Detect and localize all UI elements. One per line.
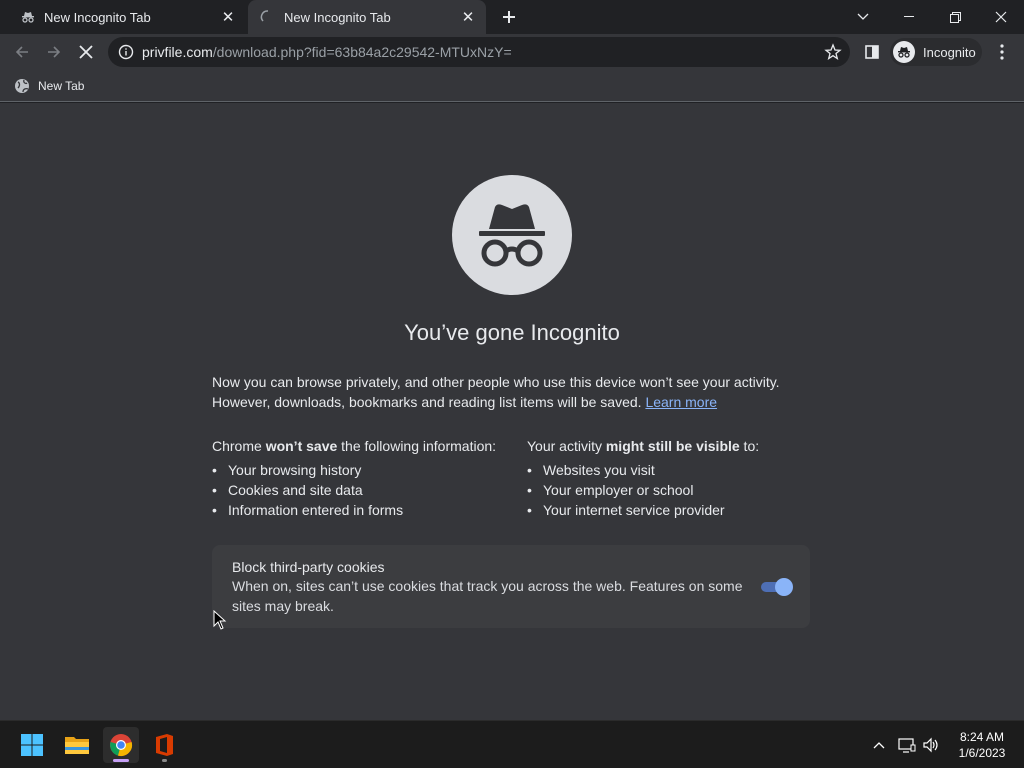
block-cookies-toggle[interactable] (761, 578, 793, 596)
close-tab-icon[interactable]: ✕ (218, 7, 238, 27)
list-item: Your internet service provider (527, 500, 827, 520)
forward-icon[interactable] (40, 38, 68, 66)
windows-taskbar: 8:24 AM 1/6/2023 (0, 720, 1024, 768)
list-item: Your browsing history (212, 460, 512, 480)
clock-date: 1/6/2023 (958, 746, 1006, 760)
close-tab-icon[interactable]: ✕ (458, 7, 478, 27)
tab-strip: New Incognito Tab ✕ New Incognito Tab ✕ (0, 0, 1024, 34)
list-item: Websites you visit (527, 460, 827, 480)
incognito-ntp: You’ve gone Incognito Now you can browse… (0, 103, 1024, 720)
cookies-title: Block third-party cookies (232, 559, 385, 575)
tab-new-incognito-2[interactable]: New Incognito Tab ✕ (248, 0, 486, 34)
wont-save-list: Chrome won’t save the following informat… (212, 436, 512, 520)
url-host: privfile.com (142, 44, 213, 60)
mouse-cursor-icon (213, 609, 227, 630)
close-window-icon[interactable] (978, 0, 1024, 34)
minimize-icon[interactable] (886, 0, 932, 34)
url-text: privfile.com/download.php?fid=63b84a2c29… (142, 44, 512, 60)
running-app-indicator (162, 759, 167, 762)
network-icon[interactable] (896, 733, 918, 757)
list-item: Your employer or school (527, 480, 827, 500)
system-clock[interactable]: 8:24 AM 1/6/2023 (952, 729, 1012, 761)
bookmarks-bar: New Tab (0, 70, 1024, 102)
address-bar[interactable]: privfile.com/download.php?fid=63b84a2c29… (108, 37, 850, 67)
side-panel-icon[interactable] (862, 41, 882, 63)
toggle-knob (775, 578, 793, 596)
tab-new-incognito-1[interactable]: New Incognito Tab ✕ (8, 0, 246, 34)
show-hidden-icons-icon[interactable] (868, 733, 890, 757)
profile-label: Incognito (923, 44, 976, 60)
tab-label: New Incognito Tab (284, 9, 391, 25)
clock-time: 8:24 AM (959, 730, 1005, 744)
site-info-icon[interactable] (118, 44, 134, 60)
stop-loading-icon[interactable] (72, 38, 100, 66)
incognito-logo-icon (452, 175, 572, 295)
incognito-icon (20, 9, 36, 25)
file-explorer-icon[interactable] (59, 727, 95, 763)
loading-spinner-icon (260, 9, 276, 25)
bookmark-label: New Tab (38, 79, 85, 93)
volume-icon[interactable] (920, 733, 942, 757)
page-title: You’ve gone Incognito (404, 320, 620, 345)
incognito-profile-button[interactable]: Incognito (890, 38, 982, 66)
bookmark-new-tab[interactable]: New Tab (14, 76, 84, 96)
more-menu-icon[interactable] (994, 40, 1010, 64)
bookmark-star-icon[interactable] (824, 43, 842, 61)
wont-save-heading: Chrome won’t save the following informat… (212, 438, 497, 454)
active-app-indicator (113, 759, 129, 762)
learn-more-link[interactable]: Learn more (645, 394, 717, 410)
intro-line-1: Now you can browse privately, and other … (212, 374, 780, 390)
browser-toolbar: privfile.com/download.php?fid=63b84a2c29… (0, 34, 1024, 70)
url-path: /download.php?fid=63b84a2c29542-MTUxNzY= (212, 44, 512, 60)
back-icon[interactable] (8, 38, 36, 66)
chrome-icon[interactable] (103, 727, 139, 763)
still-visible-heading: Your activity might still be visible to: (527, 438, 760, 454)
globe-icon (14, 78, 30, 94)
still-visible-list: Your activity might still be visible to:… (527, 436, 827, 520)
list-item: Information entered in forms (212, 500, 512, 520)
list-item: Cookies and site data (212, 480, 512, 500)
windows-start-icon[interactable] (14, 727, 50, 763)
tab-label: New Incognito Tab (44, 9, 151, 25)
tab-search-icon[interactable] (840, 0, 886, 34)
intro-line-2: However, downloads, bookmarks and readin… (212, 394, 642, 410)
new-tab-button[interactable] (496, 4, 522, 30)
restore-icon[interactable] (932, 0, 978, 34)
office-icon[interactable] (146, 727, 182, 763)
cookies-description: When on, sites can’t use cookies that tr… (232, 578, 743, 614)
intro-text: Now you can browse privately, and other … (212, 372, 812, 412)
incognito-avatar-icon (893, 41, 915, 63)
third-party-cookies-card: Block third-party cookies When on, sites… (212, 545, 810, 628)
